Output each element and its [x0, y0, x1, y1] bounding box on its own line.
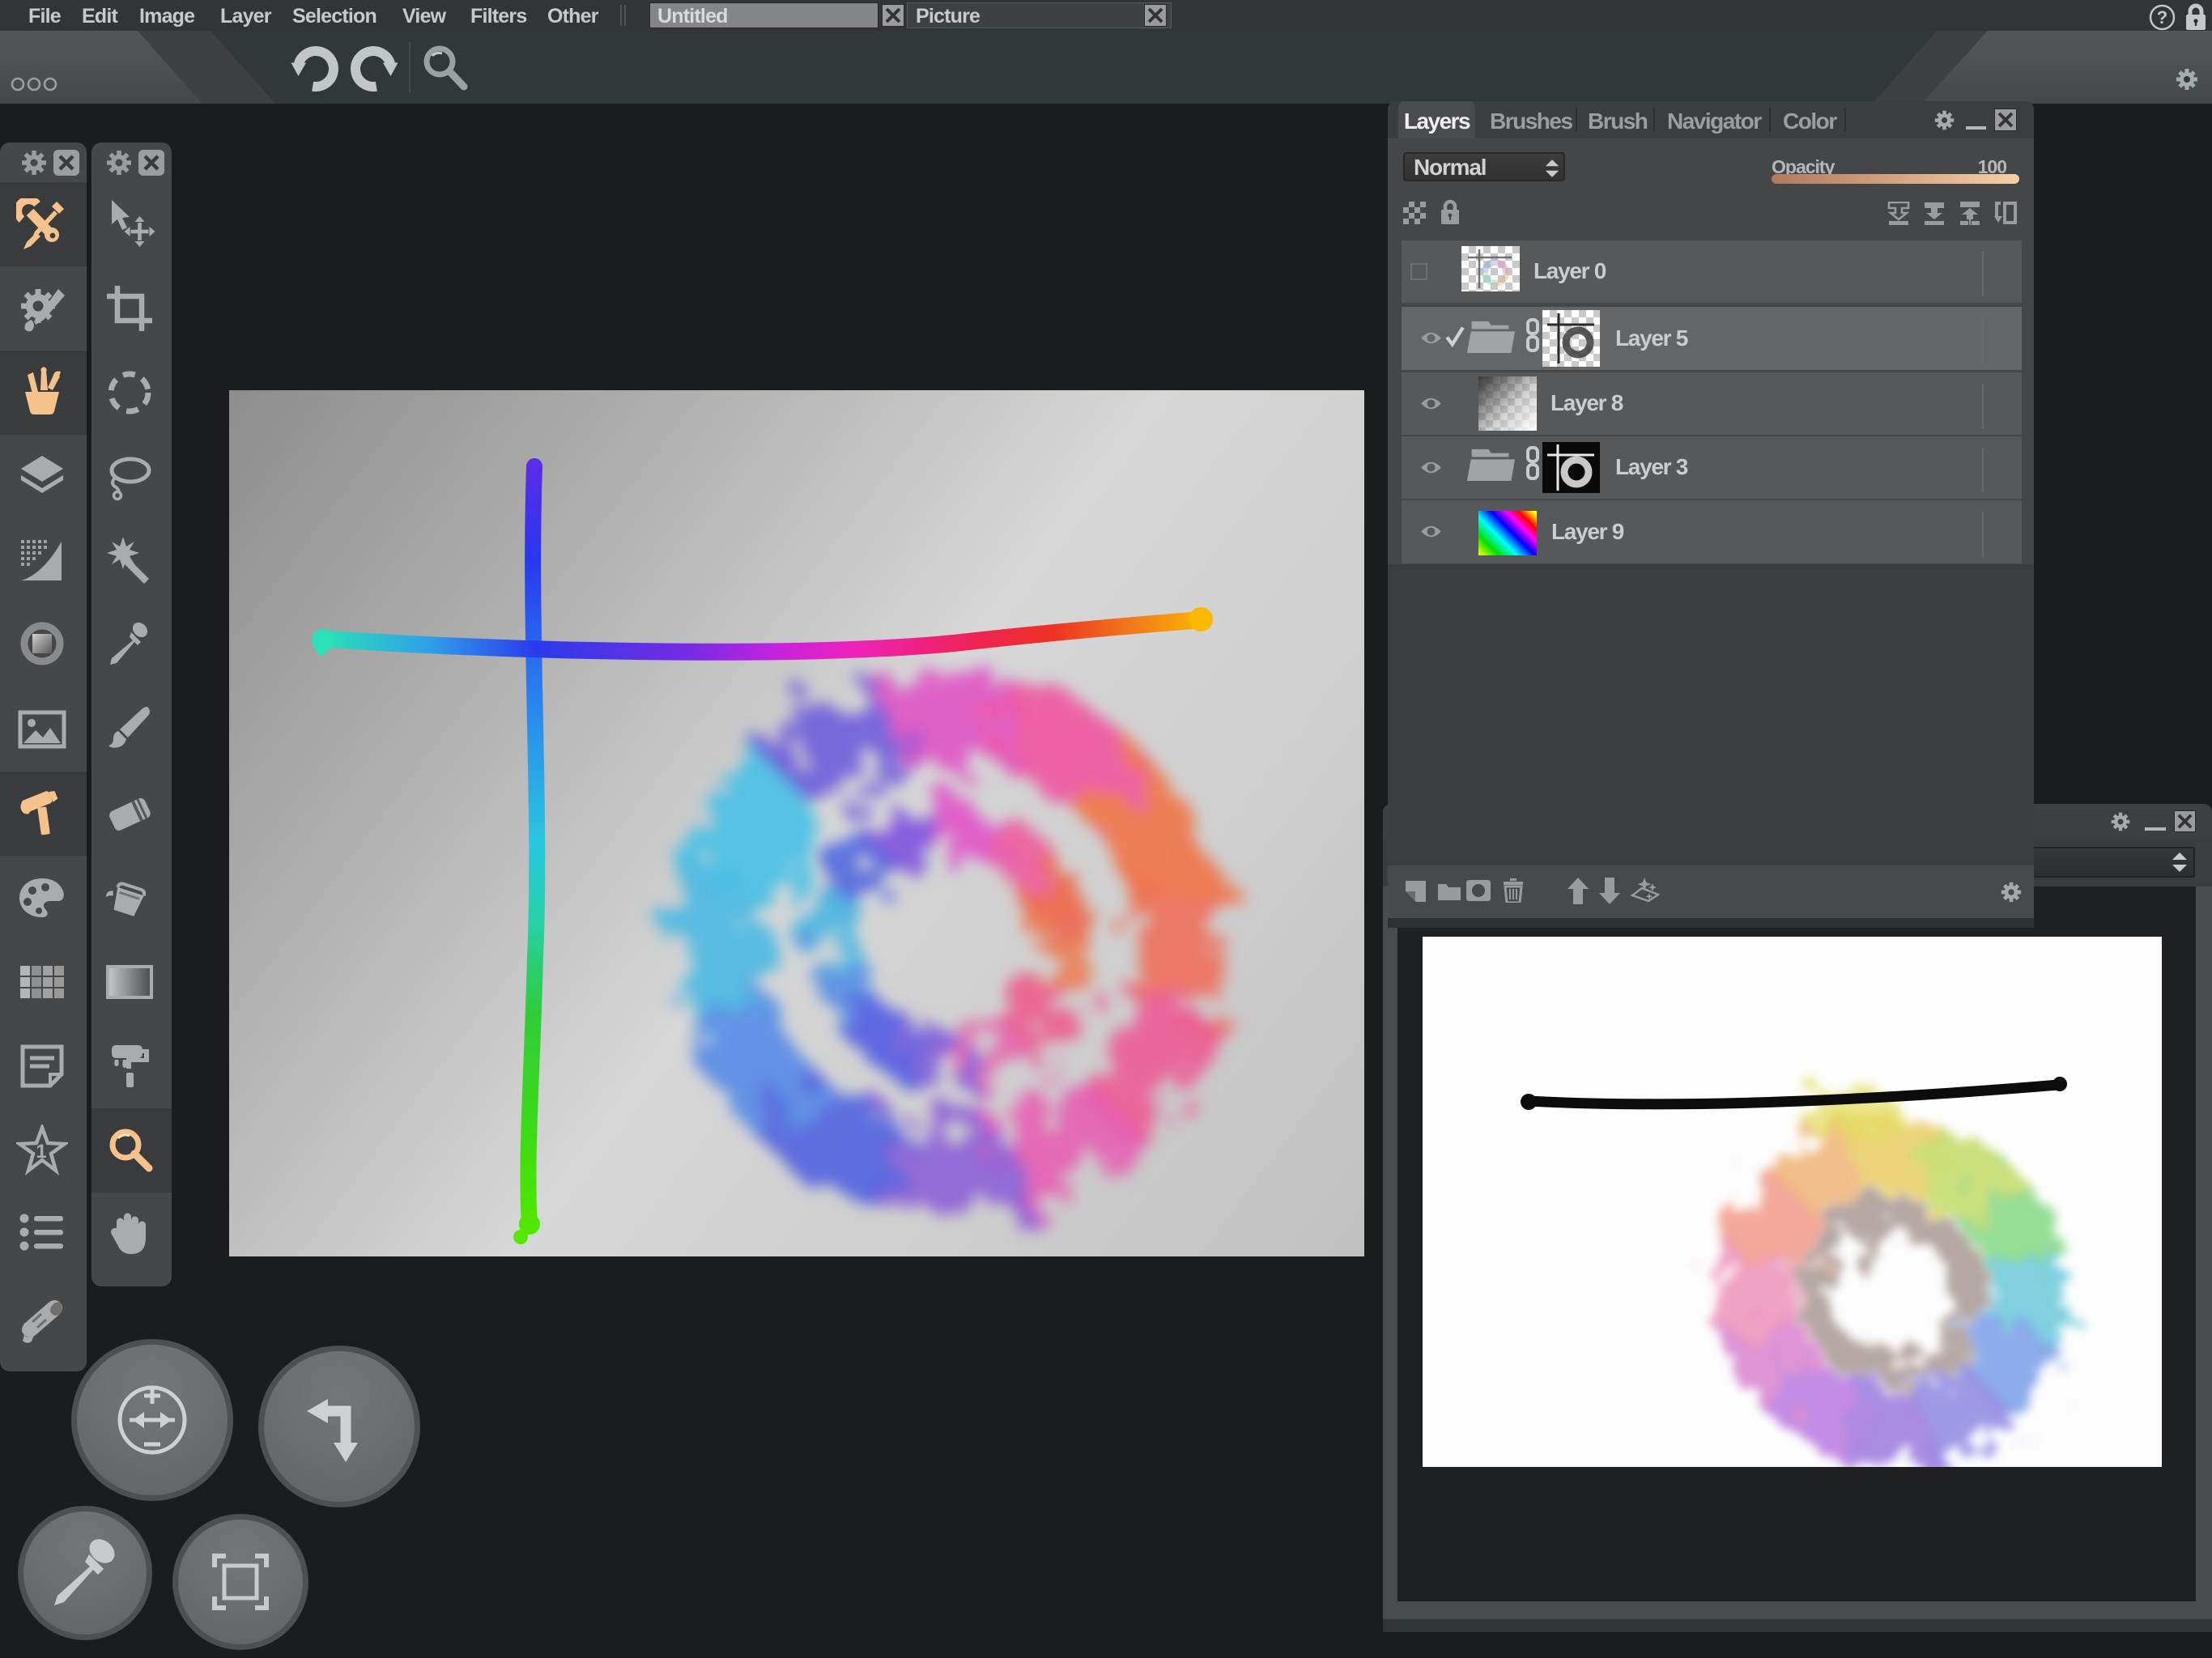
svg-text:1: 1 [36, 1141, 46, 1163]
svg-text:?: ? [2157, 7, 2167, 28]
